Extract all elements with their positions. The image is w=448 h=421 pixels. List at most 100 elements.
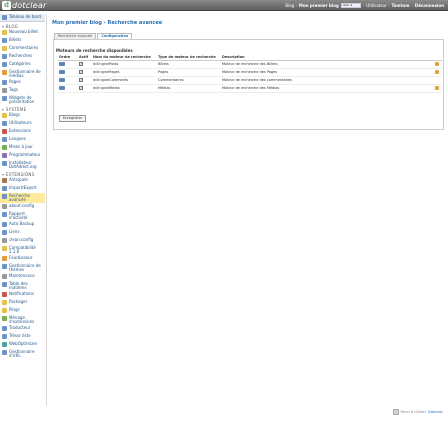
packager-icon <box>2 300 7 305</box>
edit-icon[interactable] <box>435 85 439 90</box>
sidebar-item-notifications[interactable]: Notifications <box>0 291 45 299</box>
sidebar-item-plugins[interactable]: Extensions <box>0 128 45 136</box>
dotclear-logo[interactable]: d dotclear <box>2 1 46 10</box>
sidebar-item-optimizer[interactable]: WebOptimizer <box>0 341 45 349</box>
edit-icon[interactable] <box>435 69 439 74</box>
table-row: ✓ dcEngineComments Commentaires Moteur de r… <box>58 76 442 85</box>
sidebar-item-advanced-search[interactable]: Recherche avancée <box>0 193 45 203</box>
engine-name: dcEngineComments <box>92 76 157 85</box>
sidebar-item-update[interactable]: Mises à jour <box>0 144 45 152</box>
sidebar-item-label: WebOptimizer <box>9 341 38 346</box>
sidebar-item-search[interactable]: Recherches <box>0 53 45 61</box>
sidebar-item-label: Packager <box>9 299 28 304</box>
order-cell <box>58 76 78 85</box>
sidebar-item-compat[interactable]: Compatibilité 2.1.6 <box>0 245 45 255</box>
sidebar-item-tags[interactable]: Tags <box>0 87 45 95</box>
sidebar-item-label: Commentaires <box>9 45 39 50</box>
search-icon <box>2 54 7 59</box>
active-checkbox[interactable]: ✓ <box>79 62 83 66</box>
fieldset-title: Moteurs de recherche disponibles <box>56 48 133 53</box>
blog-select[interactable]: aller à <box>340 3 361 8</box>
sidebar-item-comments[interactable]: Commentaires <box>0 45 45 53</box>
sidebar-section-extensions[interactable]: EXTENSIONS <box>0 170 45 177</box>
breadcrumb-blog[interactable]: Mon premier blog <box>52 20 102 26</box>
edit-cell <box>434 76 442 85</box>
breadcrumb-page: Recherche avancée <box>107 20 163 26</box>
sidebar-item-label: Recherche avancée <box>9 193 31 202</box>
sidebar-item-label: Trésor liste <box>9 333 31 338</box>
engine-description: Moteur de recherche des Billets <box>221 60 434 69</box>
list-icon <box>2 334 7 339</box>
config-icon <box>2 204 7 209</box>
save-button[interactable]: Enregistrer <box>59 115 87 122</box>
sidebar-section-system[interactable]: SYSTÈME <box>0 105 45 112</box>
sidebar-item-label: Recherches <box>9 53 33 58</box>
sidebar-item-list[interactable]: Trésor liste <box>0 333 45 341</box>
active-checkbox[interactable]: ✓ <box>79 78 83 82</box>
sidebar-item-antispam[interactable]: Antispam <box>0 177 45 185</box>
table-row: ✓ dcEnginePosts Billets Moteur de recherche… <box>58 60 442 69</box>
active-checkbox[interactable]: ✓ <box>79 70 83 74</box>
scheduler-icon <box>2 153 7 158</box>
sidebar-item-links[interactable]: Liens <box>0 229 45 237</box>
current-blog-name[interactable]: Mon premier blog <box>299 3 339 8</box>
sidebar-section-blog[interactable]: BLOG <box>0 22 45 29</box>
sidebar-item-clean-config[interactable]: clean:config <box>0 237 45 245</box>
table-row: ✓ dcEnginePages Pages Moteur de recherche d… <box>58 68 442 77</box>
engine-description: Moteur de recherche des Pages <box>221 68 434 77</box>
sidebar-item-media[interactable]: Gestionnaire de médias <box>0 69 45 79</box>
logo-mark-icon: d <box>2 1 11 10</box>
drag-handle-icon[interactable] <box>59 77 65 82</box>
sidebar-item-installer[interactable]: Installateur DotAddict.org <box>0 160 45 170</box>
sidebar-blog-list: Nouveau billet Billets Commentaires Recherc… <box>0 29 45 105</box>
sidebar-item-scheduler[interactable]: Programmateur <box>0 152 45 160</box>
sidebar-item-backup[interactable]: Auto Backup <box>0 221 45 229</box>
drag-handle-icon[interactable] <box>59 85 65 90</box>
sidebar-item-toc[interactable]: Table des matières <box>0 281 45 291</box>
sidebar-item-label: Gestionnaire d'URL <box>9 349 35 358</box>
user-name-link[interactable]: Tomtom <box>391 3 409 8</box>
drag-handle-icon[interactable] <box>59 69 65 74</box>
sidebar-item-activity-report[interactable]: Rapport d'activité <box>0 211 45 221</box>
sidebar-item-pages[interactable]: Pages <box>0 79 45 87</box>
sidebar-item-label: Ménage d'extensions <box>9 315 35 324</box>
sidebar-item-label: Widgets de présentation <box>9 95 35 104</box>
top-header: d dotclear Blog : Mon premier blog aller… <box>0 0 448 11</box>
antispam-icon <box>2 178 7 183</box>
drag-handle-icon[interactable] <box>59 61 65 66</box>
sidebar-item-import-export[interactable]: Import/Export <box>0 185 45 193</box>
sidebar-item-categories[interactable]: Catégories <box>0 61 45 69</box>
sidebar-item-maintenance[interactable]: Maintenance <box>0 273 45 281</box>
sidebar-item-config[interactable]: about:config <box>0 203 45 211</box>
sidebar-item-cleanup[interactable]: Ménage d'extensions <box>0 315 45 325</box>
sidebar-item-pings[interactable]: Pings <box>0 307 45 315</box>
sidebar-item-users[interactable]: Utilisateurs <box>0 120 45 128</box>
sidebar-item-themes[interactable]: Gestionnaire de thèmes <box>0 263 45 273</box>
sidebar-item-packager[interactable]: Packager <box>0 299 45 307</box>
sidebar-item-blogs[interactable]: Blogs <box>0 112 45 120</box>
sidebar-item-posts[interactable]: Billets <box>0 37 45 45</box>
url-icon <box>2 350 7 355</box>
sidebar-item-dashboard[interactable]: Tableau de bord <box>0 14 45 22</box>
sidebar-item-url[interactable]: Gestionnaire d'URL <box>0 349 45 359</box>
edit-cell <box>434 68 442 77</box>
separator: - <box>411 3 413 8</box>
engine-name: dcEnginePosts <box>92 60 157 69</box>
sidebar-system-list: Blogs Utilisateurs Extensions Langues Mises … <box>0 112 45 170</box>
sidebar-item-label: Tags <box>9 87 18 92</box>
active-checkbox[interactable]: ✓ <box>79 86 83 90</box>
engine-type: Commentaires <box>157 76 221 85</box>
logout-link[interactable]: Déconnexion <box>415 3 444 8</box>
active-cell: ✓ <box>78 60 92 69</box>
sidebar-item-new-post[interactable]: Nouveau billet <box>0 29 45 37</box>
sidebar-item-widgets[interactable]: Widgets de présentation <box>0 95 45 105</box>
sidebar-item-label: Extensions <box>9 128 31 133</box>
footer-dotclear-link[interactable]: Dotclear <box>428 410 443 414</box>
sidebar-item-translator[interactable]: Traducteur <box>0 325 45 333</box>
sidebar-item-languages[interactable]: Langues <box>0 136 45 144</box>
pings-icon <box>2 308 7 313</box>
media-icon <box>2 70 7 75</box>
sidebar-item-polisher[interactable]: Fourbisseur <box>0 255 45 263</box>
order-cell <box>58 84 78 93</box>
edit-icon[interactable] <box>435 61 439 66</box>
